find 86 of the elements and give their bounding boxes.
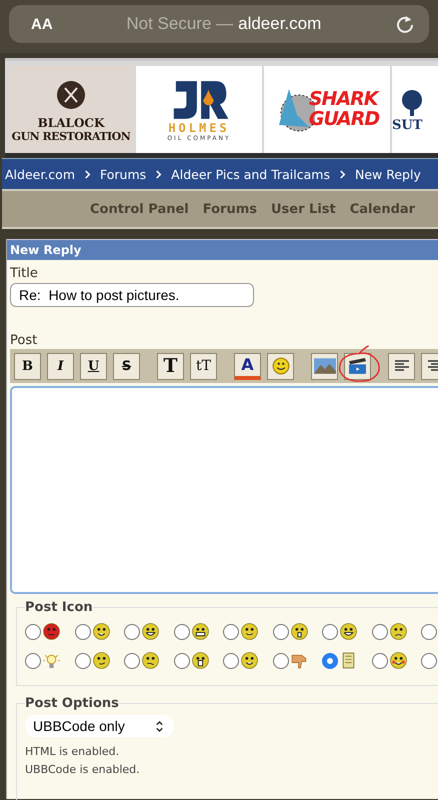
breadcrumb-link[interactable]: Forums xyxy=(100,166,146,182)
align-left-icon xyxy=(394,359,410,373)
radio-button[interactable] xyxy=(174,652,190,668)
tongue-face-icon xyxy=(92,623,110,640)
thumbs-down-icon xyxy=(290,652,308,669)
logo-text: S xyxy=(392,118,402,132)
nav-link[interactable]: User List xyxy=(270,202,336,216)
status-note: HTML is enabled. xyxy=(25,744,120,760)
group-legend: Post Options xyxy=(25,696,119,711)
strike-button[interactable]: S xyxy=(113,352,140,380)
panel-header: New Reply xyxy=(7,239,438,260)
size-button[interactable]: tT xyxy=(190,352,217,380)
radio-button[interactable] xyxy=(421,624,437,640)
chevron-icon xyxy=(155,170,162,178)
radio-button[interactable] xyxy=(272,652,288,668)
radio-button[interactable] xyxy=(25,652,41,668)
breadcrumb-link[interactable]: New Reply xyxy=(354,166,421,182)
shocked-face-icon xyxy=(290,623,308,640)
grinning-face-icon xyxy=(340,623,357,640)
frowning-face-icon xyxy=(390,623,406,640)
banner-ad[interactable]: BLALOCK GUN RESTORATION xyxy=(8,66,134,153)
smiling-face-icon xyxy=(241,652,258,669)
grimace-face-icon xyxy=(192,623,208,640)
radio-button[interactable] xyxy=(322,652,338,668)
smirking-face-icon xyxy=(92,652,110,669)
laughing-face-icon xyxy=(142,623,159,640)
logo-text: BLALOCK xyxy=(38,116,104,130)
radio-button[interactable] xyxy=(74,652,90,668)
title-input[interactable]: Re: How to post pictures. xyxy=(10,283,254,307)
security-label: Not Secure — xyxy=(126,14,234,33)
status-note: UBBCode is enabled. xyxy=(25,762,141,778)
screaming-face-icon xyxy=(192,652,208,669)
radio-button[interactable] xyxy=(223,652,239,668)
radio-button[interactable] xyxy=(372,624,388,640)
radio-button[interactable] xyxy=(174,624,190,640)
reload-icon[interactable] xyxy=(395,14,415,34)
align-left-button[interactable] xyxy=(388,352,415,380)
video-button[interactable] xyxy=(344,352,371,380)
radio-button[interactable] xyxy=(372,652,388,668)
nav-link[interactable]: Calendar xyxy=(350,202,416,216)
font-button[interactable]: T xyxy=(157,352,184,380)
logo-text: UT xyxy=(401,118,422,132)
breadcrumb-link[interactable]: Aldeer Pics and Trailcams xyxy=(171,166,330,182)
align-center-icon xyxy=(426,359,438,373)
radio-button[interactable] xyxy=(272,624,288,640)
radio-button[interactable] xyxy=(124,652,140,668)
radio-button[interactable] xyxy=(74,624,90,640)
domain-text: aldeer.com xyxy=(238,14,322,33)
nav-link[interactable]: Forums xyxy=(202,202,257,216)
logo-text: HOLMES xyxy=(168,120,230,134)
breadcrumb-link[interactable]: Aldeer.com xyxy=(5,166,76,182)
smiley-button[interactable] xyxy=(267,352,294,380)
radio-button[interactable] xyxy=(124,624,140,640)
nav-link[interactable]: Control Panel xyxy=(90,202,189,216)
field-label: Title xyxy=(10,266,39,281)
logo-text: SHARK xyxy=(308,90,380,110)
banner-ad[interactable]: SHARK GUARD xyxy=(264,66,390,153)
field-label: Post xyxy=(10,333,38,348)
logo-text: GUN RESTORATION xyxy=(12,130,130,142)
italic-button[interactable]: I xyxy=(47,352,74,380)
logo-text: GUARD xyxy=(308,110,380,130)
underline-button[interactable]: U xyxy=(80,352,107,380)
group-legend: Post Icon xyxy=(25,600,93,615)
bold-button[interactable]: B xyxy=(14,352,41,380)
angry-face-icon xyxy=(43,623,60,640)
note-icon xyxy=(340,652,357,669)
chevron-icon xyxy=(338,170,346,178)
markup-select[interactable]: UBBCode only xyxy=(25,715,174,737)
chevron-updown-icon xyxy=(154,720,164,732)
radio-button[interactable] xyxy=(421,652,437,668)
winking-face-icon xyxy=(241,623,258,640)
image-button[interactable] xyxy=(311,352,338,380)
confused-face-icon xyxy=(142,652,159,669)
radio-button[interactable] xyxy=(322,624,338,640)
banner-ad[interactable]: SUT xyxy=(392,66,438,153)
blushing-face-icon xyxy=(390,652,406,669)
chevron-icon xyxy=(84,170,92,178)
smiley-icon xyxy=(272,357,290,375)
image-icon xyxy=(314,358,336,374)
radio-button[interactable] xyxy=(25,624,41,640)
clapperboard-icon xyxy=(348,358,367,374)
lightbulb-icon xyxy=(43,652,60,669)
address-bar[interactable]: AA Not Secure — aldeer.com xyxy=(9,5,429,43)
color-button[interactable]: A xyxy=(234,352,261,380)
text-size-button[interactable]: AA xyxy=(31,16,53,32)
radio-button[interactable] xyxy=(223,624,239,640)
